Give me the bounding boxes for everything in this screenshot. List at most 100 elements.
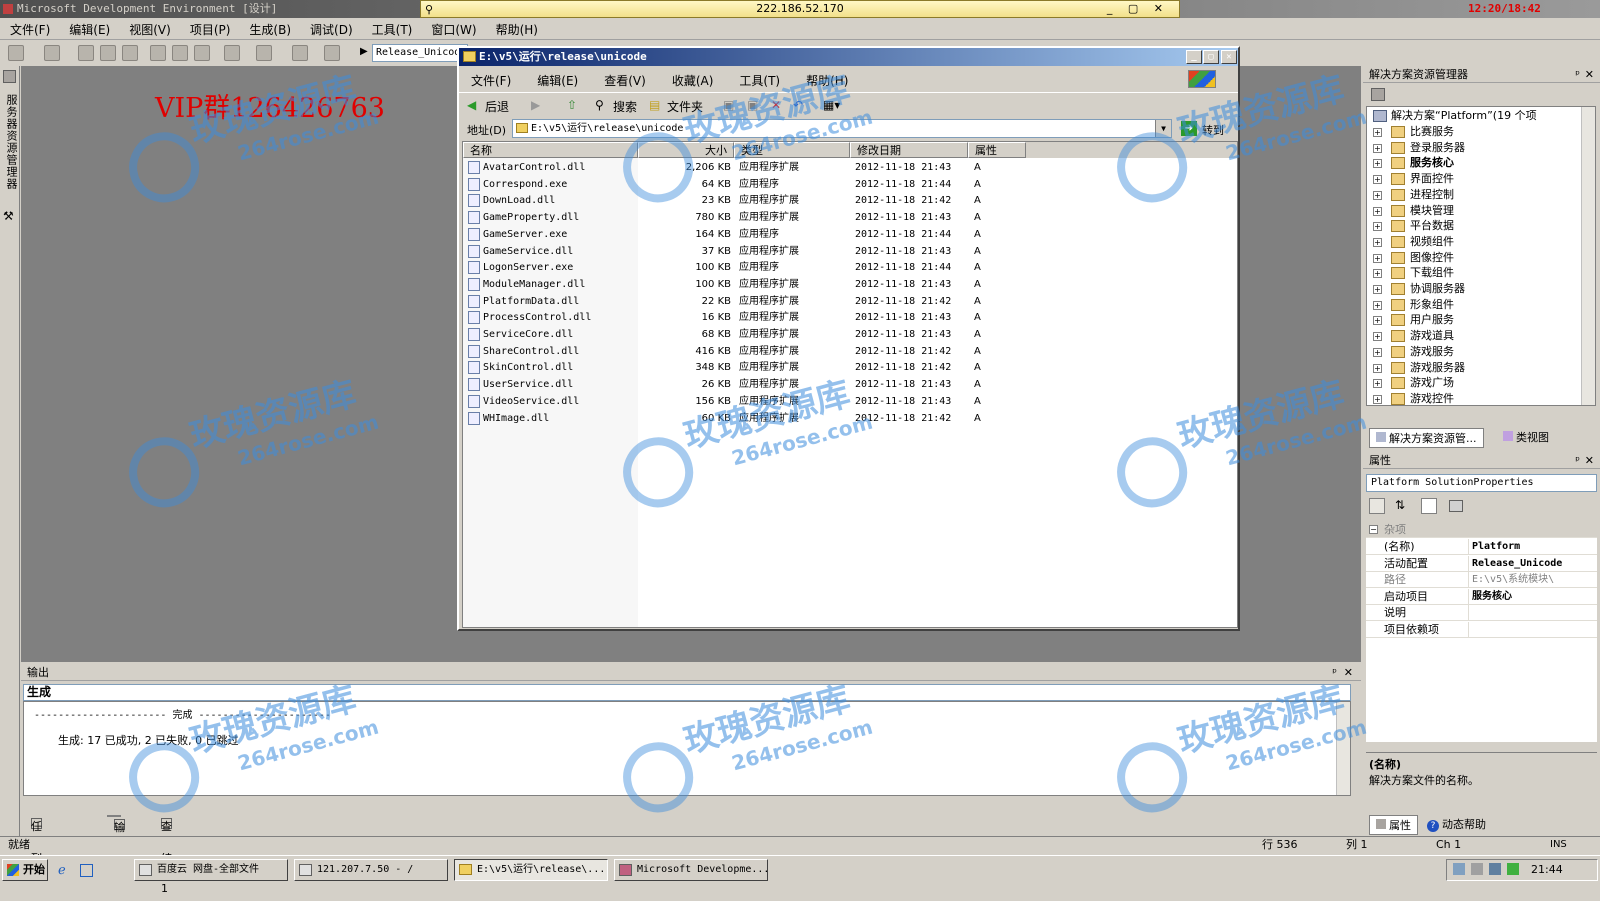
task-ftp[interactable]: 121.207.7.50 - / bbox=[294, 859, 448, 881]
expand-icon[interactable]: + bbox=[1373, 300, 1382, 310]
expand-icon[interactable]: + bbox=[1373, 128, 1382, 137]
ex-menu-edit[interactable]: 编辑(E) bbox=[525, 68, 578, 89]
menu-file[interactable]: 文件(F) bbox=[0, 18, 59, 38]
file-row[interactable]: AvatarControl.dll 2,206 KB 应用程序扩展 2012-11-1… bbox=[463, 159, 1023, 176]
expand-icon[interactable]: + bbox=[1373, 159, 1382, 169]
property-pages-icon[interactable] bbox=[1449, 500, 1463, 512]
add-item-icon[interactable] bbox=[44, 45, 60, 61]
server-explorer-label[interactable]: 服务器资源管理器 bbox=[3, 94, 19, 190]
menu-debug[interactable]: 调试(D) bbox=[300, 18, 362, 38]
search-button[interactable]: 搜索 bbox=[613, 98, 637, 115]
project-item[interactable]: + 视频组件 bbox=[1367, 234, 1595, 250]
nav-back-icon[interactable] bbox=[292, 45, 308, 61]
search-icon[interactable]: ⚲ bbox=[595, 98, 604, 112]
file-row[interactable]: UserService.dll 26 KB 应用程序扩展 2012-11-18 21:… bbox=[463, 376, 1023, 393]
open-icon[interactable] bbox=[78, 45, 94, 61]
address-dropdown-icon[interactable]: ▼ bbox=[1155, 120, 1171, 137]
redo-icon[interactable] bbox=[256, 45, 272, 61]
menu-project[interactable]: 项目(P) bbox=[180, 18, 240, 38]
project-item[interactable]: + 登录服务器 bbox=[1367, 140, 1595, 156]
project-item[interactable]: + 游戏服务器 bbox=[1367, 360, 1595, 376]
toolbox-icon[interactable]: ⚒ bbox=[3, 209, 14, 223]
pin-icon[interactable]: ᵖ bbox=[1575, 452, 1580, 469]
tray-icon[interactable] bbox=[1453, 863, 1465, 875]
task-vs[interactable]: Microsoft Developme... bbox=[614, 859, 768, 881]
property-row[interactable]: 活动配置 Release_Unicode bbox=[1366, 555, 1597, 572]
copy-to-icon[interactable]: ▣ bbox=[747, 98, 758, 112]
ex-menu-favorites[interactable]: 收藏(A) bbox=[660, 68, 714, 89]
project-item[interactable]: + 下载组件 bbox=[1367, 265, 1595, 281]
tab-dynamic-help[interactable]: ? 动态帮助 bbox=[1427, 816, 1486, 832]
move-to-icon[interactable]: ▣ bbox=[723, 98, 734, 112]
expand-icon[interactable]: + bbox=[1373, 237, 1382, 247]
project-item[interactable]: + 游戏服务 bbox=[1367, 344, 1595, 360]
maximize-button[interactable]: ▢ bbox=[1203, 50, 1219, 64]
back-button[interactable]: 后退 bbox=[485, 98, 509, 115]
project-item[interactable]: + 游戏广场 bbox=[1367, 375, 1595, 391]
close-icon[interactable]: ✕ bbox=[1585, 452, 1594, 469]
property-row[interactable]: 项目依赖项 bbox=[1366, 622, 1597, 638]
rdp-window-controls[interactable]: _ ▢ ✕ bbox=[1107, 1, 1169, 17]
file-row[interactable]: WHImage.dll 60 KB 应用程序扩展 2012-11-18 21:42 A bbox=[463, 410, 1023, 427]
solution-toolbar-icon[interactable] bbox=[1371, 88, 1385, 101]
task-explorer[interactable]: E:\v5\运行\release\... bbox=[454, 859, 608, 881]
back-icon[interactable]: ◀ bbox=[467, 98, 476, 112]
expand-icon[interactable]: + bbox=[1373, 143, 1382, 153]
undo-icon[interactable] bbox=[224, 45, 240, 61]
property-row[interactable]: 启动项目 服务核心 bbox=[1366, 588, 1597, 605]
forward-icon[interactable]: ▶ bbox=[531, 98, 540, 112]
menu-build[interactable]: 生成(B) bbox=[239, 18, 300, 38]
explorer-title-bar[interactable]: E:\v5\运行\release\unicode _ ▢ ✕ bbox=[459, 48, 1238, 66]
tab-properties[interactable]: 属性 bbox=[1369, 815, 1418, 835]
address-input[interactable]: E:\v5\运行\release\unicode ▼ bbox=[512, 119, 1172, 138]
cut-icon[interactable] bbox=[150, 45, 166, 61]
col-name[interactable]: 名称 bbox=[463, 142, 638, 158]
file-list[interactable]: 名称 大小 类型 修改日期 属性 AvatarControl.dll 2,206 … bbox=[462, 141, 1238, 628]
menu-tools[interactable]: 工具(T) bbox=[362, 18, 422, 38]
project-item[interactable]: + 用户服务 bbox=[1367, 312, 1595, 328]
rdp-connection-bar[interactable]: ⚲ 222.186.52.170 _ ▢ ✕ bbox=[420, 0, 1180, 18]
pin-icon[interactable]: ᵖ bbox=[1575, 66, 1580, 83]
solution-config-dropdown[interactable]: Release_Unicode bbox=[372, 44, 468, 62]
nav-forward-icon[interactable] bbox=[324, 45, 340, 61]
expand-icon[interactable]: + bbox=[1373, 394, 1382, 404]
menu-help[interactable]: 帮助(H) bbox=[486, 18, 547, 38]
file-row[interactable]: DownLoad.dll 23 KB 应用程序扩展 2012-11-18 21:42 A bbox=[463, 192, 1023, 209]
col-date[interactable]: 修改日期 bbox=[850, 142, 968, 158]
expand-icon[interactable]: + bbox=[1373, 332, 1382, 342]
property-row[interactable]: 说明 bbox=[1366, 605, 1597, 622]
property-row[interactable]: (名称) Platform bbox=[1366, 539, 1597, 555]
category-row[interactable]: − 杂项 bbox=[1366, 522, 1597, 538]
expand-icon[interactable]: + bbox=[1373, 379, 1382, 389]
tray-icon[interactable] bbox=[1507, 863, 1519, 875]
project-item[interactable]: + 界面控件 bbox=[1367, 171, 1595, 187]
file-row[interactable]: GameService.dll 37 KB 应用程序扩展 2012-11-18 21:… bbox=[463, 243, 1023, 260]
tree-vscroll[interactable] bbox=[1581, 107, 1595, 405]
property-object-dropdown[interactable]: Platform SolutionProperties bbox=[1366, 474, 1597, 492]
paste-icon[interactable] bbox=[194, 45, 210, 61]
menu-window[interactable]: 窗口(W) bbox=[421, 18, 485, 38]
expand-icon[interactable]: + bbox=[1373, 190, 1382, 200]
file-row[interactable]: LogonServer.exe 100 KB 应用程序 2012-11-18 21:4… bbox=[463, 259, 1023, 276]
project-item[interactable]: + 图像控件 bbox=[1367, 250, 1595, 266]
file-row[interactable]: GameProperty.dll 780 KB 应用程序扩展 2012-11-18 2… bbox=[463, 209, 1023, 226]
delete-icon[interactable]: ✕ bbox=[771, 98, 781, 112]
ex-menu-tools[interactable]: 工具(T) bbox=[727, 68, 780, 89]
start-button[interactable]: 开始 bbox=[2, 859, 48, 881]
categorized-icon[interactable] bbox=[1369, 498, 1385, 514]
tab-solution-explorer[interactable]: 解决方案资源管... bbox=[1369, 428, 1484, 448]
file-row[interactable]: ModuleManager.dll 100 KB 应用程序扩展 2012-11-18 … bbox=[463, 276, 1023, 293]
go-button[interactable]: 转到 bbox=[1202, 122, 1224, 138]
save-icon[interactable] bbox=[100, 45, 116, 61]
minimize-button[interactable]: _ bbox=[1186, 50, 1202, 64]
pin-icon[interactable]: ⚲ bbox=[425, 2, 433, 18]
file-row[interactable]: PlatformData.dll 22 KB 应用程序扩展 2012-11-18 21… bbox=[463, 293, 1023, 310]
menu-edit[interactable]: 编辑(E) bbox=[59, 18, 119, 38]
expand-icon[interactable]: + bbox=[1373, 253, 1382, 263]
folders-button[interactable]: 文件夹 bbox=[667, 98, 703, 115]
file-row[interactable]: GameServer.exe 164 KB 应用程序 2012-11-18 21:44… bbox=[463, 226, 1023, 243]
undo-icon[interactable]: ↶ bbox=[793, 98, 803, 112]
file-row[interactable]: Correspond.exe 64 KB 应用程序 2012-11-18 21:44 A bbox=[463, 176, 1023, 193]
server-explorer-icon[interactable] bbox=[3, 70, 16, 83]
file-row[interactable]: VideoService.dll 156 KB 应用程序扩展 2012-11-18 2… bbox=[463, 393, 1023, 410]
